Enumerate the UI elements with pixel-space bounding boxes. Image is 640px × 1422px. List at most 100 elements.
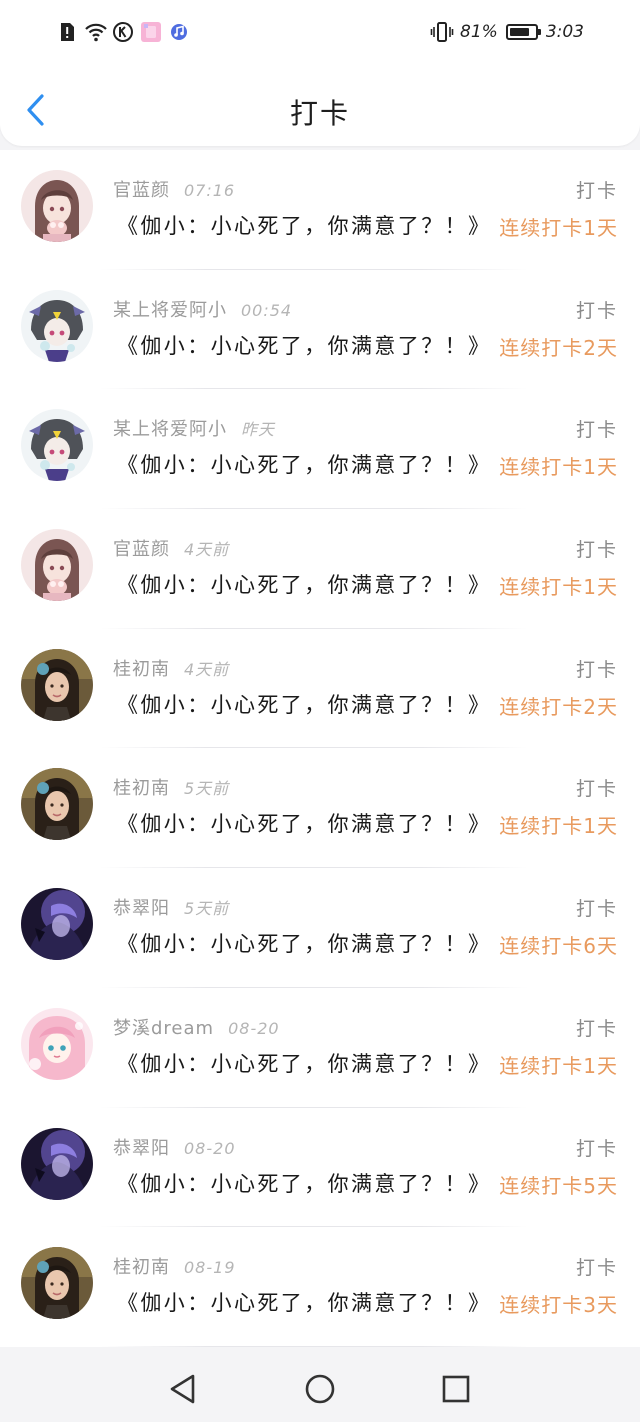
username[interactable]: 官蓝颜: [113, 180, 170, 201]
checkin-tag: 打卡: [575, 1137, 618, 1160]
user-avatar[interactable]: [21, 1007, 93, 1080]
username[interactable]: 桂初南: [113, 778, 170, 799]
avatar-anime-girl-pink: [21, 529, 93, 602]
feed-item[interactable]: 某上将爱阿小 昨天 打卡《伽小：小心死了，你满意了？！》 连续打卡1天: [0, 389, 640, 510]
avatar-photo-girl: [21, 648, 93, 721]
username[interactable]: 桂初南: [113, 1257, 170, 1278]
avatar-photo-girl: [21, 1247, 93, 1320]
user-avatar[interactable]: [21, 1247, 93, 1320]
feed-item[interactable]: 梦溪dream 08-20 打卡《伽小：小心死了，你满意了？！》 连续打卡1天: [0, 987, 640, 1108]
avatar-photo-girl: [21, 768, 93, 841]
streak-text: 连续打卡1天: [499, 455, 618, 480]
circle-home-icon: [305, 1374, 335, 1404]
user-meta: 桂初南 4天前: [113, 655, 229, 681]
top-header-card: 81% 3:03 打卡: [0, 0, 640, 146]
quote-text[interactable]: 《伽小：小心死了，你满意了？！》: [117, 330, 491, 360]
quote-text[interactable]: 《伽小：小心死了，你满意了？！》: [117, 210, 491, 240]
username[interactable]: 桂初南: [113, 659, 170, 680]
checkin-tag: 打卡: [575, 539, 618, 562]
user-avatar[interactable]: [21, 648, 93, 721]
avatar-dark-purple: [21, 888, 93, 961]
user-avatar[interactable]: [21, 170, 93, 242]
wifi-icon: [84, 21, 107, 43]
system-recents-button[interactable]: [439, 1372, 473, 1406]
streak-text: 连续打卡5天: [499, 1173, 618, 1198]
feed-item[interactable]: 某上将爱阿小 00:54 打卡《伽小：小心死了，你满意了？！》 连续打卡2天: [0, 269, 640, 390]
user-meta: 官蓝颜 4天前: [113, 535, 229, 561]
status-time: 3:03: [545, 22, 584, 42]
post-time: 4天前: [184, 659, 230, 679]
user-avatar[interactable]: [21, 409, 93, 482]
streak-text: 连续打卡2天: [499, 694, 618, 719]
battery-level-fill: [509, 28, 529, 36]
post-time: 昨天: [241, 420, 276, 440]
user-avatar[interactable]: [21, 888, 93, 961]
quote-text[interactable]: 《伽小：小心死了，你满意了？！》: [117, 928, 491, 958]
post-time: 4天前: [184, 540, 230, 560]
checkin-tag: 打卡: [575, 419, 618, 442]
feed-item[interactable]: 桂初南 08-19 打卡 《伽小：小心死了，你满意了？！》 连续打卡3天: [0, 1227, 640, 1347]
user-avatar[interactable]: [21, 529, 93, 602]
post-time: 5天前: [184, 899, 230, 919]
checkin-tag: 打卡: [575, 658, 618, 681]
checkin-tag: 打卡: [575, 1017, 618, 1040]
feed-item[interactable]: 恭翠阳 5天前 打卡 《伽小：小心死了，你满意了？！》 连续打卡6天: [0, 868, 640, 988]
username[interactable]: 恭翠阳: [113, 1138, 170, 1159]
streak-text: 连续打卡1天: [499, 216, 618, 240]
feed-item[interactable]: 官蓝颜 4天前 打卡《伽小：小心死了，你满意了？！》 连续打卡1天: [0, 509, 640, 629]
vibrate-icon: [430, 21, 454, 43]
username[interactable]: 某上将爱阿小: [113, 419, 227, 440]
quote-text[interactable]: 《伽小：小心死了，你满意了？！》: [117, 1168, 491, 1198]
post-time: 00:54: [241, 300, 293, 320]
checkin-tag: 打卡: [575, 778, 618, 801]
quote-text[interactable]: 《伽小：小心死了，你满意了？！》: [117, 1287, 491, 1317]
feed-item[interactable]: 官蓝颜 07:16 打卡 《伽小：小心死了，你满意了？！》 连续打卡1天: [0, 150, 640, 270]
streak-text: 连续打卡1天: [499, 575, 618, 600]
quote-text[interactable]: 《伽小：小心死了，你满意了？！》: [117, 569, 491, 599]
streak-text: 连续打卡1天: [499, 1053, 618, 1078]
status-left-icons: [56, 20, 190, 44]
post-time: 08-20: [184, 1138, 236, 1158]
feed-item[interactable]: 恭翠阳 08-20 打卡《伽小：小心死了，你满意了？！》 连续打卡5天: [0, 1107, 640, 1228]
username[interactable]: 官蓝颜: [113, 539, 170, 560]
quote-text[interactable]: 《伽小：小心死了，你满意了？！》: [117, 689, 491, 719]
page-title: 打卡: [289, 97, 350, 130]
avatar-anime-gray-hair: [21, 409, 93, 482]
username[interactable]: 恭翠阳: [113, 898, 170, 919]
avatar-dark-purple: [21, 1127, 93, 1200]
user-avatar[interactable]: [21, 1127, 93, 1200]
gallery-app-icon: [140, 21, 162, 43]
quote-text[interactable]: 《伽小：小心死了，你满意了？！》: [117, 808, 491, 838]
user-avatar[interactable]: [21, 289, 93, 362]
streak-text: 连续打卡2天: [499, 335, 618, 360]
avatar-anime-pink-hair: [21, 1007, 93, 1080]
battery-icon: [505, 24, 541, 40]
quote-text[interactable]: 《伽小：小心死了，你满意了？！》: [117, 449, 491, 479]
checkin-tag: 打卡: [575, 180, 618, 202]
feed-item[interactable]: 桂初南 5天前 打卡《伽小：小心死了，你满意了？！》 连续打卡1天: [0, 748, 640, 869]
checkin-tag: 打卡: [575, 299, 618, 322]
user-meta: 梦溪dream 08-20: [113, 1014, 280, 1040]
system-back-button[interactable]: [166, 1372, 200, 1406]
user-meta: 桂初南 5天前: [113, 774, 229, 800]
username[interactable]: 某上将爱阿小: [113, 300, 227, 321]
username[interactable]: 梦溪dream: [113, 1018, 214, 1039]
user-meta: 恭翠阳 08-20: [113, 1134, 236, 1160]
user-meta: 恭翠阳 5天前: [113, 894, 229, 920]
system-navigation-bar: [0, 1356, 640, 1422]
triangle-back-icon: [170, 1374, 195, 1404]
streak-text: 连续打卡1天: [499, 814, 618, 839]
feed-item[interactable]: 桂初南 4天前 打卡《伽小：小心死了，你满意了？！》 连续打卡2天: [0, 628, 640, 749]
user-meta: 某上将爱阿小 昨天: [113, 415, 275, 441]
battery-percent: 81%: [460, 22, 498, 42]
checkin-tag: 打卡: [575, 1257, 618, 1280]
user-avatar[interactable]: [21, 768, 93, 841]
square-recents-icon: [442, 1375, 470, 1403]
checkin-tag: 打卡: [575, 898, 618, 921]
user-meta: 某上将爱阿小 00:54: [113, 296, 292, 322]
status-right-group: 81% 3:03: [430, 20, 584, 44]
post-time: 08-19: [184, 1258, 236, 1278]
row-divider: [100, 1345, 528, 1347]
system-home-button[interactable]: [303, 1372, 337, 1406]
quote-text[interactable]: 《伽小：小心死了，你满意了？！》: [117, 1048, 491, 1078]
